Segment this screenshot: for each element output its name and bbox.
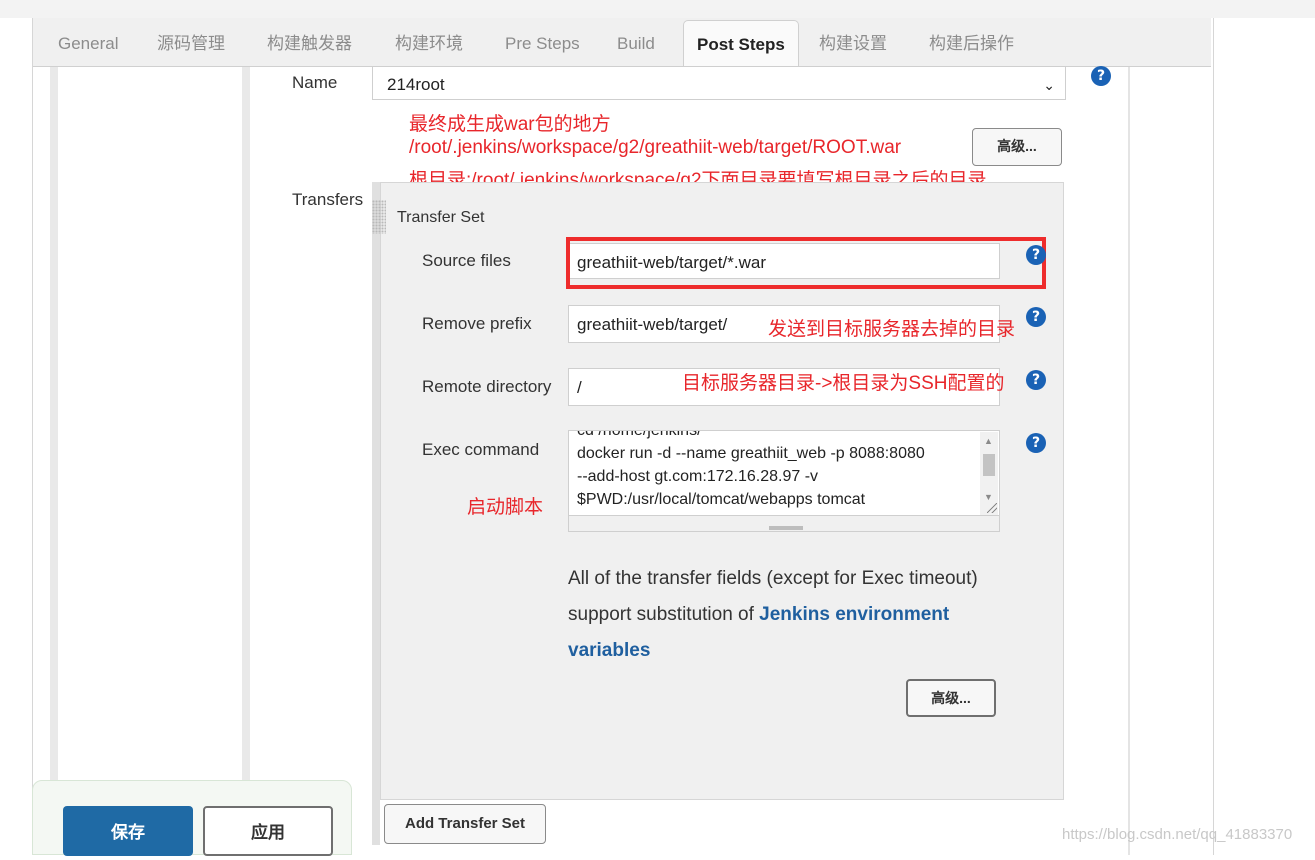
server-name-select[interactable]: 214root ⌄ (372, 66, 1066, 100)
tab-build[interactable]: Build (617, 18, 655, 66)
transfer-set-title: Transfer Set (397, 209, 485, 226)
textarea-expander[interactable] (568, 516, 1000, 532)
annotation-remove-prefix: 发送到目标服务器去掉的目录 (768, 319, 1016, 340)
tab-build-environment[interactable]: 构建环境 (395, 18, 463, 66)
save-button[interactable]: 保存 (63, 806, 193, 856)
annotation-exec-command: 启动脚本 (467, 497, 544, 518)
tab-bar: General 源码管理 构建触发器 构建环境 Pre Steps Build … (33, 18, 1211, 68)
tab-post-build-actions[interactable]: 构建后操作 (929, 18, 1014, 66)
transfer-advanced-button[interactable]: 高级... (906, 679, 996, 717)
help-icon[interactable]: ? (1091, 66, 1111, 86)
transfers-label: Transfers (292, 190, 364, 209)
tab-general[interactable]: General (58, 18, 118, 66)
exec-line: docker run -d --name greathiit_web -p 80… (577, 445, 925, 462)
annotation-war-path: /root/.jenkins/workspace/g2/greathiit-we… (409, 137, 902, 158)
help-icon[interactable]: ? (1026, 433, 1046, 453)
scroll-down-icon[interactable]: ▼ (984, 492, 993, 502)
scrollbar-thumb[interactable] (983, 454, 995, 476)
help-icon[interactable]: ? (1026, 370, 1046, 390)
transfer-set-grip (372, 182, 380, 845)
chevron-down-icon: ⌄ (1043, 77, 1055, 93)
left-column-rail (50, 67, 58, 855)
tab-build-settings[interactable]: 构建设置 (819, 18, 887, 66)
help-icon[interactable]: ? (1026, 307, 1046, 327)
name-label: Name (292, 73, 338, 92)
source-files-label: Source files (422, 251, 511, 270)
watermark: https://blog.csdn.net/qq_41883370 (1062, 826, 1293, 843)
exec-command-lines: cd /home/jenkins/ docker run -d --name g… (577, 430, 925, 511)
exec-line: --add-host gt.com:172.16.28.97 -v (577, 468, 819, 485)
section-rail (242, 67, 250, 855)
expand-grip-icon (769, 526, 803, 530)
exec-line: cd /home/jenkins/ (577, 430, 702, 439)
annotation-war-title: 最终成生成war包的地方 (409, 114, 611, 135)
help-icon[interactable]: ? (1026, 245, 1046, 265)
remove-prefix-value: greathiit-web/target/ (577, 315, 728, 334)
resize-handle-icon[interactable] (987, 503, 997, 513)
remote-directory-value: / (577, 378, 582, 397)
highlight-box (566, 237, 1046, 289)
top-strip (0, 0, 1315, 18)
exec-line: $PWD:/usr/local/tomcat/webapps tomcat (577, 491, 866, 508)
server-advanced-button[interactable]: 高级... (972, 128, 1062, 166)
tab-pre-steps[interactable]: Pre Steps (505, 18, 580, 66)
tab-post-steps[interactable]: Post Steps (683, 20, 799, 68)
tab-build-triggers[interactable]: 构建触发器 (267, 18, 352, 66)
scroll-up-icon[interactable]: ▲ (984, 436, 993, 446)
exec-command-textarea[interactable]: cd /home/jenkins/ docker run -d --name g… (568, 430, 1000, 516)
annotation-remote-directory: 目标服务器目录->根目录为SSH配置的 (682, 373, 1005, 394)
right-column-rail (1128, 67, 1130, 855)
exec-command-label: Exec command (422, 440, 540, 459)
tab-source-management[interactable]: 源码管理 (157, 18, 225, 66)
apply-button[interactable]: 应用 (203, 806, 333, 856)
remove-prefix-label: Remove prefix (422, 314, 532, 333)
remote-directory-label: Remote directory (422, 377, 552, 396)
add-transfer-set-button[interactable]: Add Transfer Set (384, 804, 546, 844)
server-name-value: 214root (387, 75, 445, 94)
drag-handle-icon[interactable] (372, 200, 386, 234)
transfer-help-text: All of the transfer fields (except for E… (568, 561, 1018, 669)
